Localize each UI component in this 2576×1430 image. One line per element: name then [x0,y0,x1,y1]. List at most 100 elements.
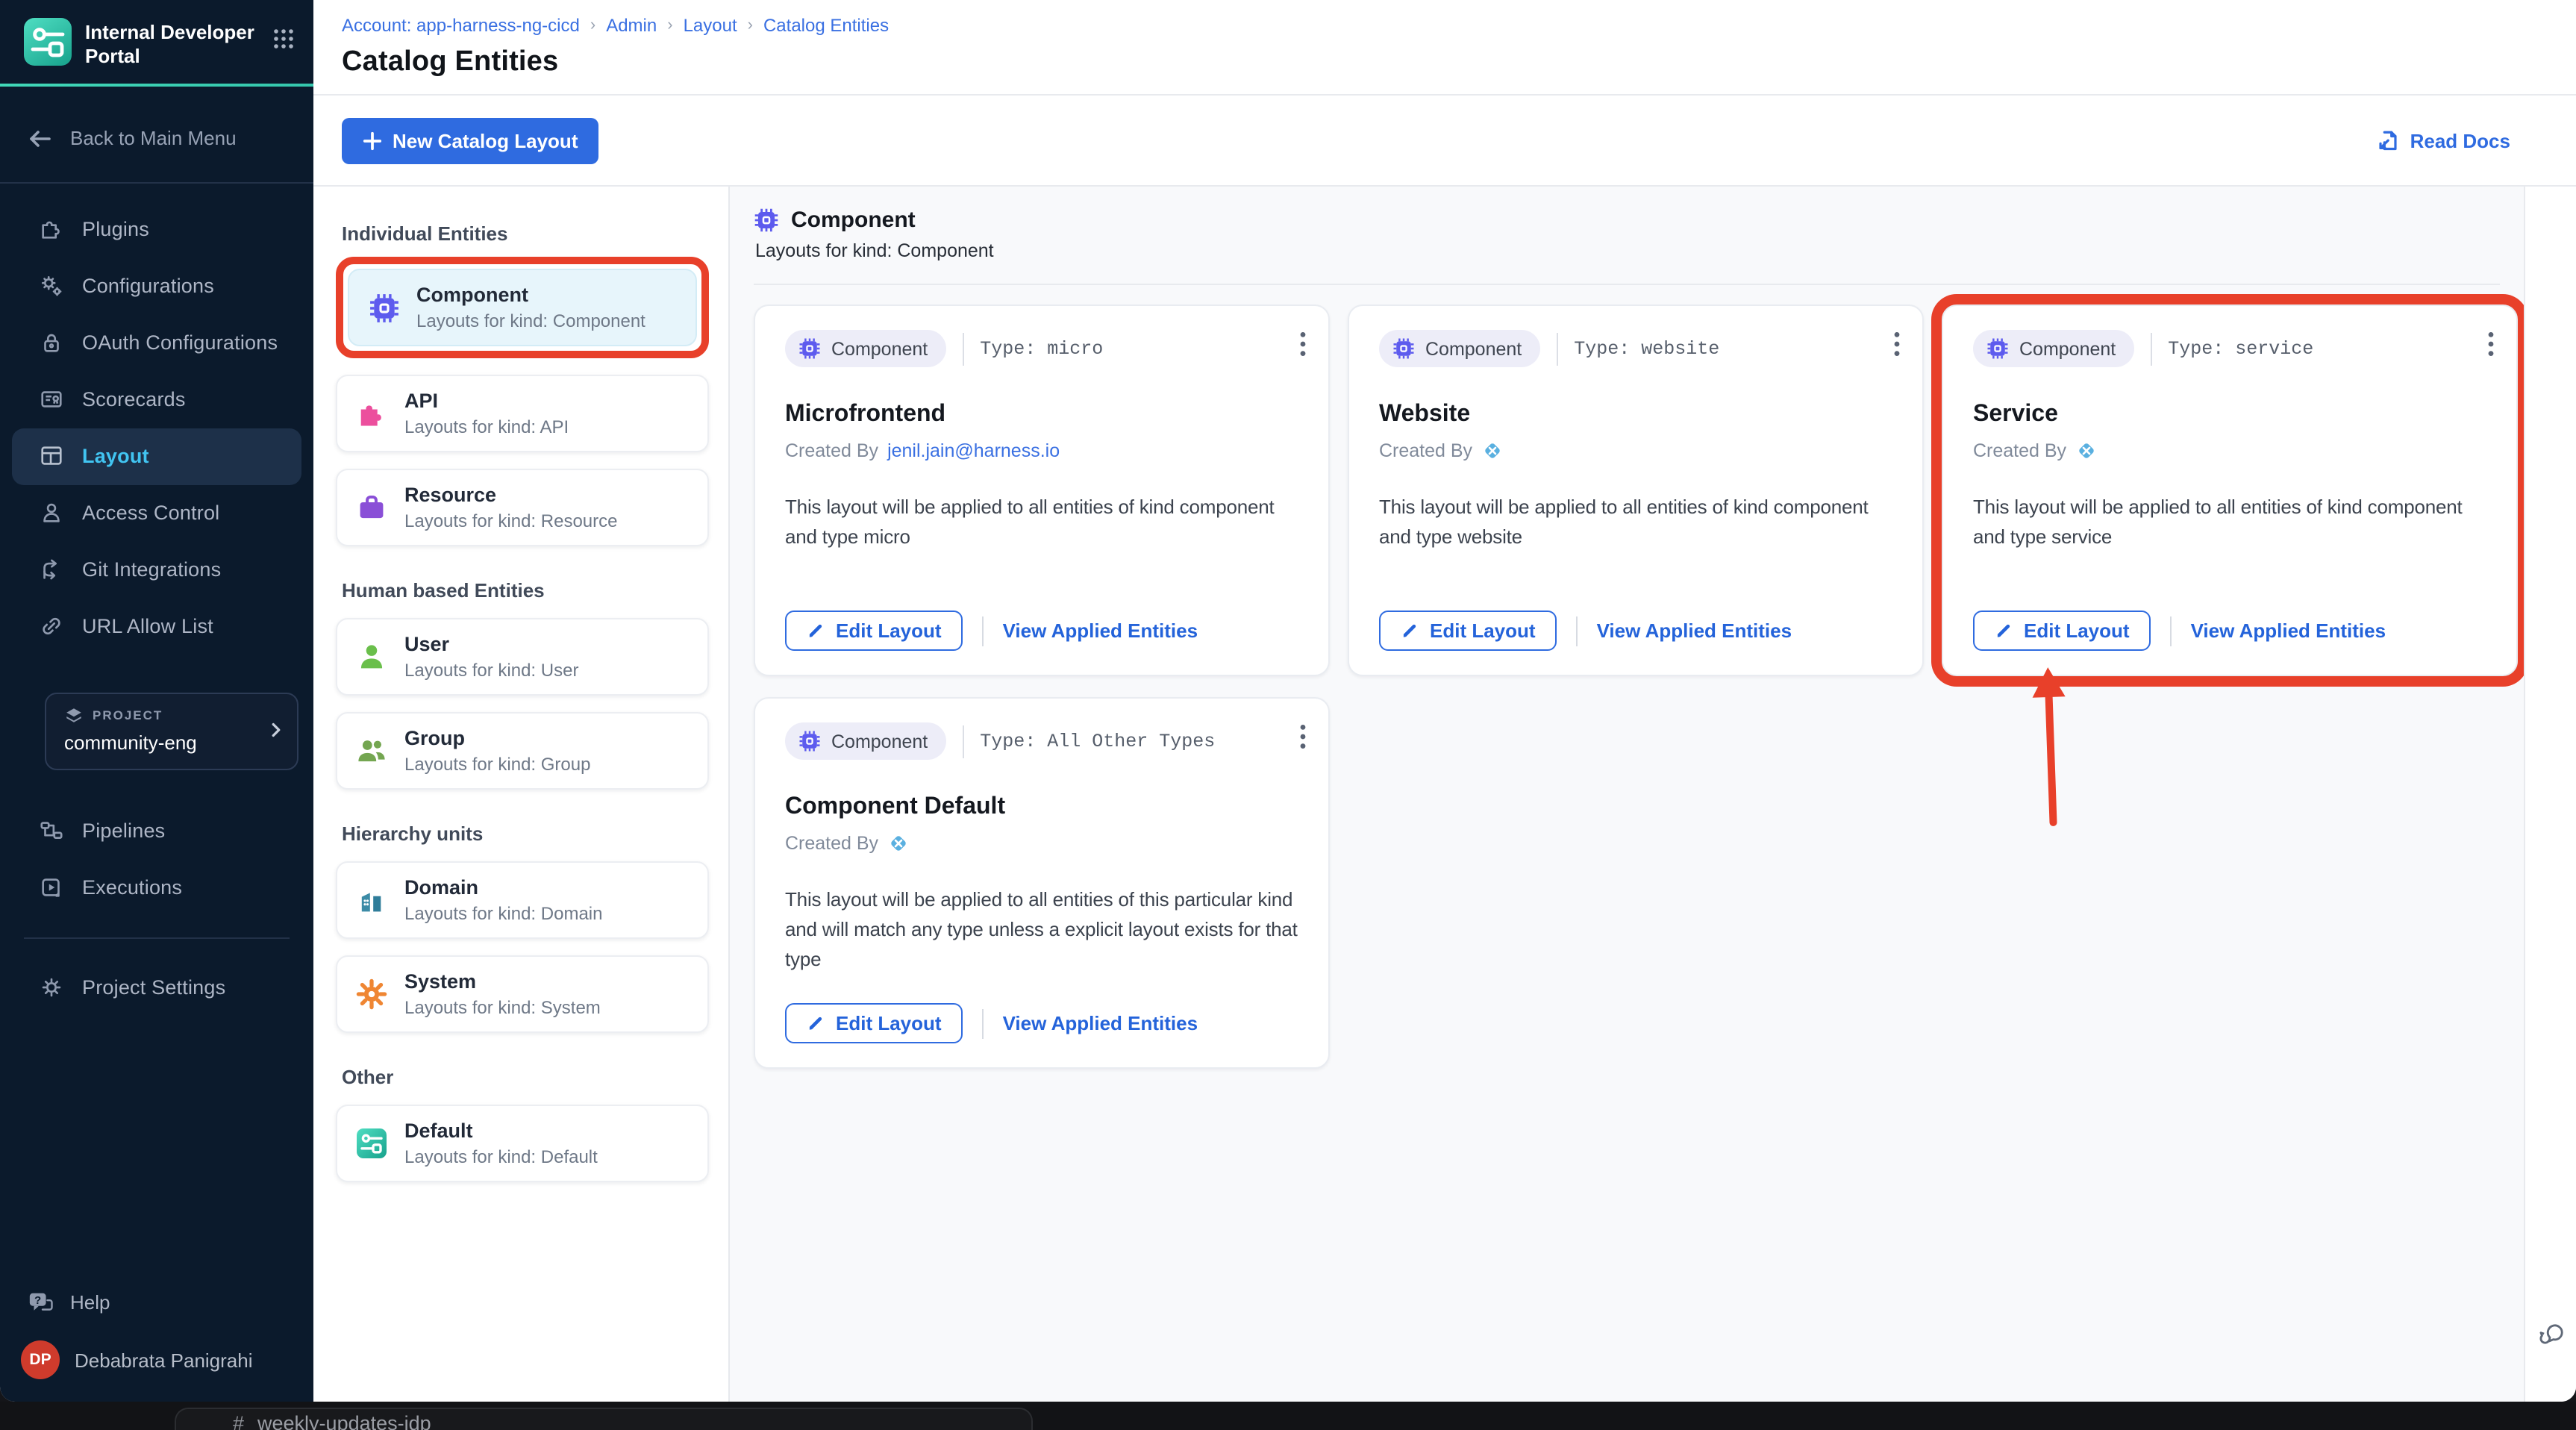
sidebar-item-git-integrations[interactable]: Git Integrations [12,541,301,598]
breadcrumb-account[interactable]: Account: app-harness-ng-cicd [342,15,580,36]
layout-card-website: Component Type: website Website Created … [1348,305,1924,676]
pipeline-icon [40,822,63,840]
kind-card-component[interactable]: Component Layouts for kind: Component [348,269,697,346]
sidebar-item-project-settings[interactable]: Project Settings [12,959,301,1016]
sidebar-item-oauth-configurations[interactable]: OAuth Configurations [12,314,301,371]
kind-card-api[interactable]: API Layouts for kind: API [336,375,709,452]
view-applied-entities-link[interactable]: View Applied Entities [2191,619,2386,642]
project-selector[interactable]: PROJECT community-eng [45,692,298,770]
sidebar-item-label: Configurations [82,275,214,298]
screen: Internal Developer Portal Back to Main M… [0,0,2576,1430]
card-menu-kebab-icon[interactable] [1297,721,1309,752]
breadcrumb-separator: › [667,16,673,34]
chip-icon [1987,338,2008,359]
creator-email-link[interactable]: jenil.jain@harness.io [887,440,1060,461]
harness-icon [2078,443,2093,458]
breadcrumb-separator: › [590,16,596,34]
project-name: community-eng [64,731,197,754]
kind-badge: Component [1379,330,1540,367]
card-menu-kebab-icon[interactable] [1297,328,1309,360]
layout-cards-grid: Component Type: micro Microfrontend Crea… [754,305,2524,1069]
toolbar: New Catalog Layout Read Docs [313,96,2576,187]
kind-card-domain[interactable]: Domain Layouts for kind: Domain [336,861,709,939]
back-to-main-menu[interactable]: Back to Main Menu [0,113,313,163]
card-menu-kebab-icon[interactable] [1891,328,1903,360]
page-title: Catalog Entities [342,46,559,78]
idp-logo-icon [24,18,72,66]
kind-name: Resource [404,484,497,506]
sidebar: Internal Developer Portal Back to Main M… [0,0,313,1402]
sidebar-item-scorecards[interactable]: Scorecards [12,371,301,428]
kind-desc: Layouts for kind: System [404,997,601,1018]
idp-logo-icon [355,1127,388,1160]
annotation-highlight-box: Component Layouts for kind: Component [336,257,709,358]
chevron-right-icon [272,722,281,737]
sidebar-nav: Plugins Configurations OAuth Configurati… [0,192,313,655]
kind-card-system[interactable]: System Layouts for kind: System [336,955,709,1033]
sidebar-item-label: OAuth Configurations [82,331,278,355]
kind-name: Domain [404,876,479,899]
pencil-icon [1997,624,2010,637]
chat-bubbles-icon[interactable] [2537,1321,2566,1348]
user-icon [355,640,388,673]
layout-card-component-default: Component Type: All Other Types Componen… [754,697,1330,1069]
layout-title: Service [1973,402,2058,427]
avatar: DP [21,1340,60,1379]
new-catalog-layout-button[interactable]: New Catalog Layout [342,117,599,163]
git-branch-icon [43,560,57,580]
kind-card-default[interactable]: Default Layouts for kind: Default [336,1105,709,1182]
view-applied-entities-link[interactable]: View Applied Entities [1003,619,1198,642]
docs-icon [2379,131,2397,151]
puzzle-icon [42,222,60,240]
kind-name: Group [404,727,465,749]
sidebar-divider [0,181,313,184]
gear-icon [42,978,61,997]
edit-layout-button[interactable]: Edit Layout [785,611,963,651]
sidebar-item-executions[interactable]: Executions [12,859,301,916]
read-docs-link[interactable]: Read Docs [2376,128,2510,152]
edit-layout-button[interactable]: Edit Layout [1379,611,1557,651]
type-label: Type: micro [980,338,1104,359]
created-by-label: Created By [1973,440,2067,461]
divider [981,616,984,646]
sidebar-item-label: Access Control [82,502,220,525]
right-rail [2524,187,2576,1402]
section-title: Human based Entities [342,579,545,602]
view-applied-entities-link[interactable]: View Applied Entities [1003,1012,1198,1034]
kind-name: Component [416,284,528,306]
view-applied-entities-link[interactable]: View Applied Entities [1597,619,1792,642]
kind-card-group[interactable]: Group Layouts for kind: Group [336,712,709,790]
breadcrumb-catalog-entities[interactable]: Catalog Entities [763,15,889,36]
edit-layout-button[interactable]: Edit Layout [785,1003,963,1043]
divider [1556,332,1558,365]
chip-icon [799,731,820,752]
chip-icon [799,338,820,359]
sidebar-item-plugins[interactable]: Plugins [12,201,301,257]
back-arrow-icon [30,130,51,147]
kind-header: Component [754,207,2524,233]
edit-layout-button[interactable]: Edit Layout [1973,611,2151,651]
kind-card-user[interactable]: User Layouts for kind: User [336,618,709,696]
layout-card-service: Component Type: service Service Created … [1942,305,2518,676]
sidebar-item-url-allow-list[interactable]: URL Allow List [12,598,301,655]
card-menu-kebab-icon[interactable] [2485,328,2497,360]
idp-app-window: Internal Developer Portal Back to Main M… [0,0,2576,1402]
annotation-arrow [2032,667,2066,826]
sidebar-item-access-control[interactable]: Access Control [12,484,301,541]
app-switcher-icon[interactable] [272,27,296,51]
breadcrumb: Account: app-harness-ng-cicd › Admin › L… [342,0,2576,36]
help-button[interactable]: ? Help [0,1273,313,1330]
user-menu[interactable]: DP Debabrata Panigrahi [0,1330,313,1390]
sidebar-item-configurations[interactable]: Configurations [12,257,301,314]
sidebar-item-label: Pipelines [82,819,166,843]
sidebar-header: Internal Developer Portal [0,0,313,83]
kind-desc: Layouts for kind: API [404,416,569,437]
layout-description: This layout will be applied to all entit… [785,888,1298,971]
breadcrumb-admin[interactable]: Admin [606,15,657,36]
sidebar-item-layout[interactable]: Layout [12,428,301,485]
breadcrumb-layout[interactable]: Layout [684,15,737,36]
kind-card-resource[interactable]: Resource Layouts for kind: Resource [336,469,709,546]
type-label: Type: All Other Types [980,731,1216,752]
sidebar-item-pipelines[interactable]: Pipelines [12,802,301,859]
puzzle-piece-icon [355,397,388,430]
